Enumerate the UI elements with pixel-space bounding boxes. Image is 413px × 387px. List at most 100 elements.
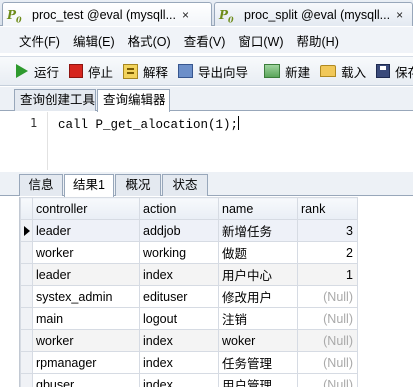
load-label: 载入 [341,65,367,80]
table-row[interactable]: leader addjob 新增任务 3 [20,219,358,242]
row-selector[interactable] [20,351,33,374]
cell-rank[interactable]: (Null) [297,373,358,387]
table-row[interactable]: systex_admin edituser 修改用户 (Null) [20,285,358,308]
result-tab-bar: 信息 结果1 概况 状态 [0,172,413,197]
table-row[interactable]: leader index 用户中心 1 [20,263,358,286]
folder-icon [320,65,337,77]
result-grid[interactable]: controller action name rank leader addjo… [19,197,413,387]
stop-button[interactable]: 停止 [69,62,113,81]
cell-action[interactable]: working [139,241,219,264]
column-header-rank[interactable]: rank [297,197,358,220]
menu-help[interactable]: 帮助(H) [297,31,339,50]
floppy-disk-icon [376,64,391,78]
cell-rank[interactable]: (Null) [297,329,358,352]
row-selector[interactable] [20,307,33,330]
table-row[interactable]: worker working 做题 2 [20,241,358,264]
cell-action[interactable]: addjob [139,219,219,242]
tab-query-builder[interactable]: 查询创建工具 [14,89,96,111]
cell-name[interactable]: 用户中心 [218,263,298,286]
cell-rank[interactable]: 1 [297,263,358,286]
explain-icon [123,63,139,79]
column-header-name[interactable]: name [218,197,298,220]
tab-result-1[interactable]: 结果1 [64,174,114,197]
cell-controller[interactable]: leader [32,263,140,286]
run-button[interactable]: 运行 [16,62,59,81]
new-query-icon [264,64,281,78]
tab-status[interactable]: 状态 [162,174,208,196]
cell-action[interactable]: logout [139,307,219,330]
cell-controller[interactable]: qbuser [32,373,140,387]
row-selector[interactable] [20,263,33,286]
table-row[interactable]: worker index woker (Null) [20,329,358,352]
table-row[interactable]: qbuser index 用户管理 (Null) [20,373,358,387]
cell-action[interactable]: index [139,351,219,374]
explain-label: 解释 [143,65,169,80]
sql-editor[interactable]: 1 call P_get_alocation(1); [10,112,413,170]
cell-name[interactable]: 做题 [218,241,298,264]
window-tab-bar: P0 proc_test @eval (mysqll... × P0 proc_… [0,0,413,26]
new-label: 新建 [285,65,311,80]
window-tab-proc-test[interactable]: P0 proc_test @eval (mysqll... × [2,2,212,26]
tab-query-editor[interactable]: 查询编辑器 [97,89,170,112]
row-selector[interactable] [20,241,33,264]
line-number-gutter: 1 [10,112,48,170]
cell-controller[interactable]: leader [32,219,140,242]
line-number: 1 [30,116,38,130]
cell-name[interactable]: 修改用户 [218,285,298,308]
explain-button[interactable]: 解释 [123,62,168,81]
cell-controller[interactable]: main [32,307,140,330]
menu-edit[interactable]: 编辑(E) [73,31,115,50]
window-tab-proc-split[interactable]: P0 proc_split @eval (mysqll... × [214,2,413,26]
close-icon[interactable]: × [396,8,408,22]
stop-label: 停止 [88,65,114,80]
load-button[interactable]: 载入 [320,62,366,81]
tab-info[interactable]: 信息 [19,174,63,196]
cell-name[interactable]: 任务管理 [218,351,298,374]
menu-window[interactable]: 窗口(W) [238,31,283,50]
cell-rank[interactable]: 2 [297,241,358,264]
cell-controller[interactable]: worker [32,241,140,264]
cell-controller[interactable]: worker [32,329,140,352]
run-label: 运行 [34,65,60,80]
cell-rank[interactable]: 3 [297,219,358,242]
cell-action[interactable]: index [139,263,219,286]
cell-rank[interactable]: (Null) [297,351,358,374]
cell-action[interactable]: edituser [139,285,219,308]
export-wizard-button[interactable]: 导出向导 [178,62,248,81]
cell-name[interactable]: 用户管理 [218,373,298,387]
menu-file[interactable]: 文件(F) [19,31,60,50]
menu-format[interactable]: 格式(O) [128,31,171,50]
column-header-action[interactable]: action [139,197,219,220]
cell-action[interactable]: index [139,329,219,352]
menu-view[interactable]: 查看(V) [184,31,226,50]
current-row-pointer-icon [24,226,30,236]
cell-rank[interactable]: (Null) [297,285,358,308]
tab-profile[interactable]: 概况 [115,174,161,196]
cell-name[interactable]: woker [218,329,298,352]
navicat-logo-icon: P0 [219,7,234,24]
cell-name[interactable]: 注销 [218,307,298,330]
menu-bar: 文件(F) 编辑(E) 格式(O) 查看(V) 窗口(W) 帮助(H) [0,27,413,53]
row-selector-header [20,197,33,220]
table-row[interactable]: main logout 注销 (Null) [20,307,358,330]
toolbar: 运行 停止 解释 导出向导 新建 载入 保存 [0,56,413,86]
row-selector[interactable] [20,373,33,387]
table-row[interactable]: rpmanager index 任务管理 (Null) [20,351,358,374]
navicat-logo-icon: P0 [7,7,22,24]
text-caret [238,116,240,130]
save-button[interactable]: 保存 [376,62,413,81]
row-selector[interactable] [20,285,33,308]
row-selector[interactable] [20,219,33,242]
close-icon[interactable]: × [182,8,194,22]
cell-name[interactable]: 新增任务 [218,219,298,242]
editor-tab-bar: 查询创建工具 查询编辑器 [0,87,413,112]
cell-controller[interactable]: systex_admin [32,285,140,308]
cell-rank[interactable]: (Null) [297,307,358,330]
cell-action[interactable]: index [139,373,219,387]
result-table: controller action name rank leader addjo… [20,197,358,387]
sql-code-line[interactable]: call P_get_alocation(1); [58,116,240,132]
row-selector[interactable] [20,329,33,352]
column-header-controller[interactable]: controller [32,197,140,220]
cell-controller[interactable]: rpmanager [32,351,140,374]
new-button[interactable]: 新建 [264,62,310,81]
